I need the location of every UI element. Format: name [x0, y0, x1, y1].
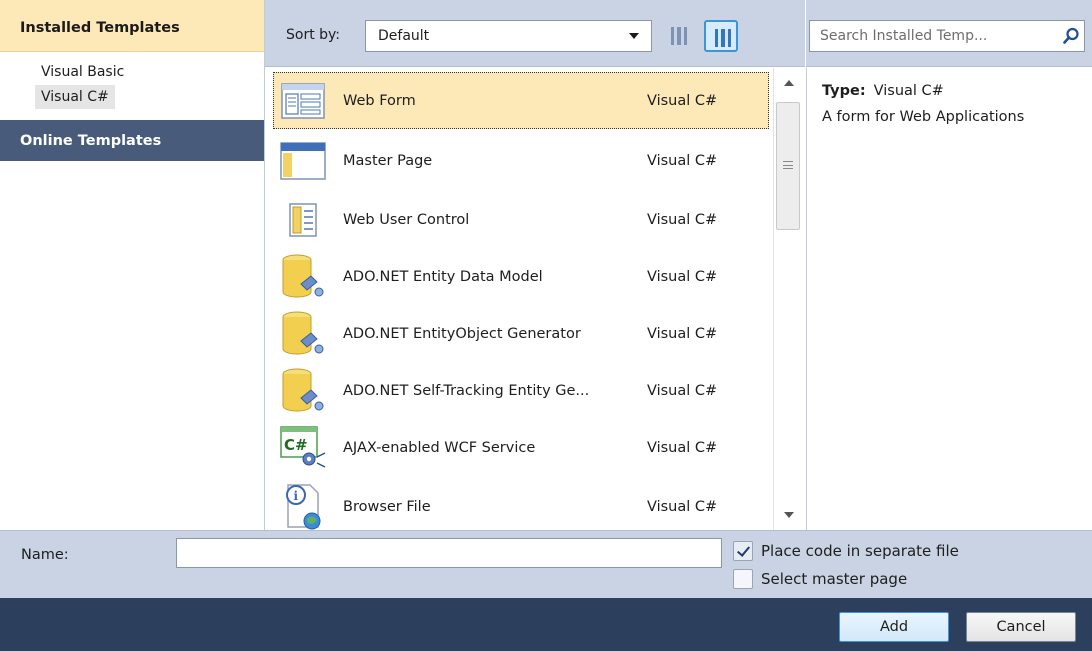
- online-templates-header[interactable]: Online Templates: [0, 120, 264, 161]
- svg-text:i: i: [294, 489, 299, 503]
- sort-by-label: Sort by:: [286, 27, 341, 43]
- select-master-checkbox[interactable]: [733, 569, 753, 589]
- template-row-browser-file[interactable]: i Browser File Visual C#: [273, 478, 769, 530]
- type-label: Type:: [822, 83, 866, 99]
- template-type-line: Type: Visual C#: [822, 83, 1092, 99]
- select-master-label: Select master page: [761, 570, 908, 588]
- medium-icons-view-button[interactable]: [704, 20, 738, 52]
- web-user-control-icon: [273, 196, 333, 244]
- template-name: Master Page: [343, 152, 433, 169]
- type-value: Visual C#: [873, 83, 944, 99]
- place-code-label: Place code in separate file: [761, 542, 959, 560]
- template-name: AJAX-enabled WCF Service: [343, 439, 536, 456]
- template-details-panel: Type: Visual C# A form for Web Applicatio…: [806, 68, 1092, 530]
- search-area: [806, 0, 1092, 67]
- medium-icons-view-icon: [715, 29, 731, 47]
- template-category-panel: Installed Templates Visual Basic Visual …: [0, 0, 265, 530]
- csharp-service-icon: C#: [273, 424, 333, 472]
- template-name: ADO.NET EntityObject Generator: [343, 325, 581, 342]
- place-code-checkbox-row[interactable]: Place code in separate file: [733, 541, 959, 561]
- scrollbar-thumb[interactable]: [776, 102, 800, 230]
- scroll-up-arrow-icon[interactable]: [784, 80, 794, 86]
- database-icon: [273, 310, 333, 358]
- database-icon: [273, 253, 333, 301]
- browser-file-icon: i: [273, 483, 333, 531]
- place-code-checkbox[interactable]: [733, 541, 753, 561]
- master-page-icon: [273, 137, 333, 185]
- database-icon: [273, 367, 333, 415]
- template-name: Web User Control: [343, 211, 470, 228]
- template-row-ado-net-entityobject-generator[interactable]: ADO.NET EntityObject Generator Visual C#: [273, 305, 769, 362]
- template-language: Visual C#: [647, 152, 718, 169]
- name-bar: Name: Place code in separate file Select…: [0, 530, 1092, 598]
- name-field[interactable]: [176, 538, 722, 568]
- add-button[interactable]: Add: [839, 612, 949, 642]
- template-row-web-user-control[interactable]: Web User Control Visual C#: [273, 191, 769, 248]
- small-icons-view-button[interactable]: [662, 20, 696, 52]
- template-list-scrollbar[interactable]: [773, 68, 803, 530]
- template-language: Visual C#: [647, 382, 718, 399]
- tree-item-visual-csharp[interactable]: Visual C#: [35, 85, 115, 109]
- name-label: Name:: [21, 547, 69, 563]
- template-name: Web Form: [343, 92, 416, 109]
- cancel-button[interactable]: Cancel: [966, 612, 1076, 642]
- grip-icon: [783, 161, 793, 169]
- installed-templates-header[interactable]: Installed Templates: [0, 0, 264, 52]
- template-language: Visual C#: [647, 211, 718, 228]
- list-toolbar: Sort by: Default: [265, 0, 805, 67]
- template-description: A form for Web Applications: [822, 109, 1025, 125]
- tree-item-visual-basic[interactable]: Visual Basic: [35, 60, 130, 84]
- template-row-ado-net-self-tracking-entity[interactable]: ADO.NET Self-Tracking Entity Ge... Visua…: [273, 362, 769, 419]
- search-icon[interactable]: [1062, 27, 1080, 45]
- template-language: Visual C#: [647, 498, 718, 515]
- small-icons-view-icon: [671, 27, 687, 45]
- template-language: Visual C#: [647, 439, 718, 456]
- template-row-ajax-enabled-wcf-service[interactable]: C# AJAX-enabled WCF Service Visual C#: [273, 419, 769, 476]
- search-input[interactable]: [809, 20, 1085, 52]
- chevron-down-icon: [629, 33, 639, 39]
- template-list: Web Form Visual C# Master Page Visual C#: [269, 68, 773, 530]
- template-row-ado-net-entity-data-model[interactable]: ADO.NET Entity Data Model Visual C#: [273, 248, 769, 305]
- template-row-master-page[interactable]: Master Page Visual C#: [273, 132, 769, 189]
- web-form-icon: [273, 77, 333, 125]
- sort-by-dropdown[interactable]: Default: [365, 20, 652, 52]
- template-row-web-form[interactable]: Web Form Visual C#: [273, 72, 769, 129]
- dialog-footer: Add Cancel: [0, 598, 1092, 651]
- sort-by-value: Default: [378, 28, 430, 44]
- template-language: Visual C#: [647, 268, 718, 285]
- template-name: ADO.NET Entity Data Model: [343, 268, 543, 285]
- template-language: Visual C#: [647, 92, 718, 109]
- scroll-down-arrow-icon[interactable]: [784, 512, 794, 518]
- template-name: Browser File: [343, 498, 431, 515]
- template-name: ADO.NET Self-Tracking Entity Ge...: [343, 382, 590, 399]
- template-language: Visual C#: [647, 325, 718, 342]
- svg-text:C#: C#: [284, 436, 308, 454]
- select-master-checkbox-row[interactable]: Select master page: [733, 569, 907, 589]
